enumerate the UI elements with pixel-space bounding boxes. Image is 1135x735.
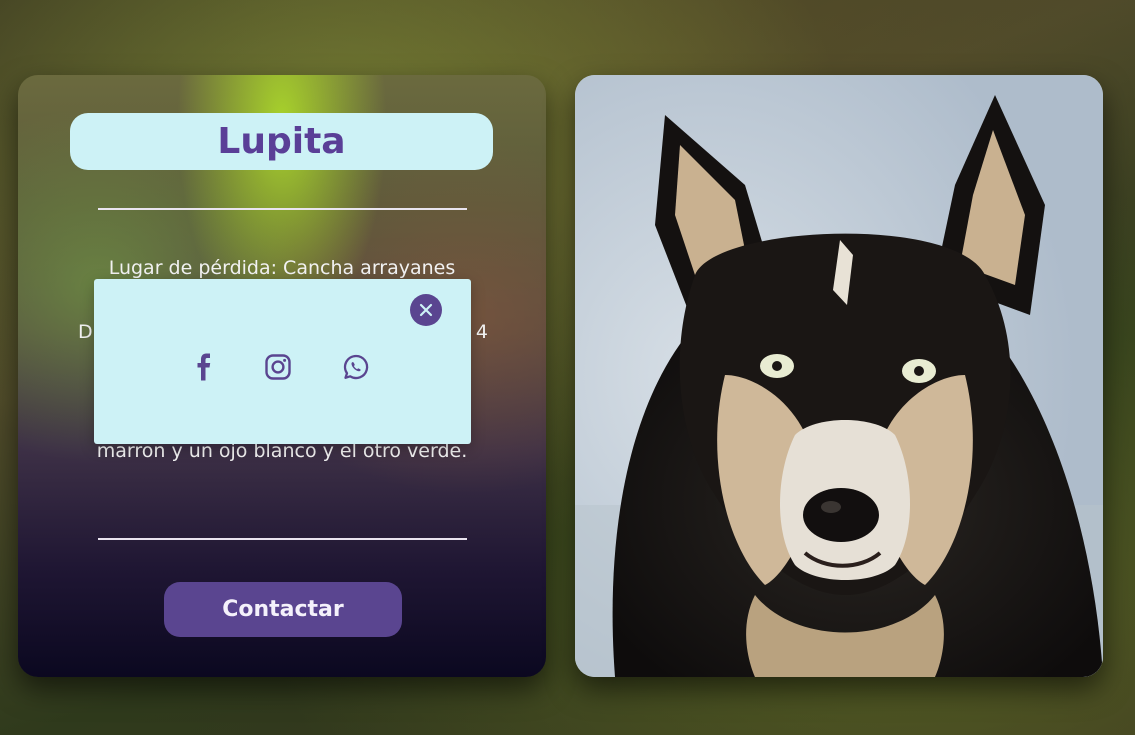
close-icon (419, 303, 433, 317)
share-popup (94, 279, 471, 444)
whatsapp-icon (343, 354, 369, 380)
instagram-icon (265, 354, 291, 380)
lost-date-start: D (78, 321, 93, 343)
share-whatsapp-button[interactable] (340, 351, 372, 383)
dog-photo (575, 75, 1103, 677)
pet-name: Lupita (70, 113, 493, 170)
lost-place-text: Lugar de pérdida: Cancha arrayanes (108, 257, 456, 279)
contact-button[interactable]: Contactar (164, 582, 402, 637)
close-popup-button[interactable] (410, 294, 442, 326)
lost-date-end: 4 (475, 321, 488, 343)
divider-top (98, 208, 467, 210)
divider-bottom (98, 538, 467, 540)
pet-photo (575, 75, 1103, 677)
share-instagram-button[interactable] (262, 351, 294, 383)
facebook-icon (197, 353, 211, 381)
share-facebook-button[interactable] (188, 351, 220, 383)
